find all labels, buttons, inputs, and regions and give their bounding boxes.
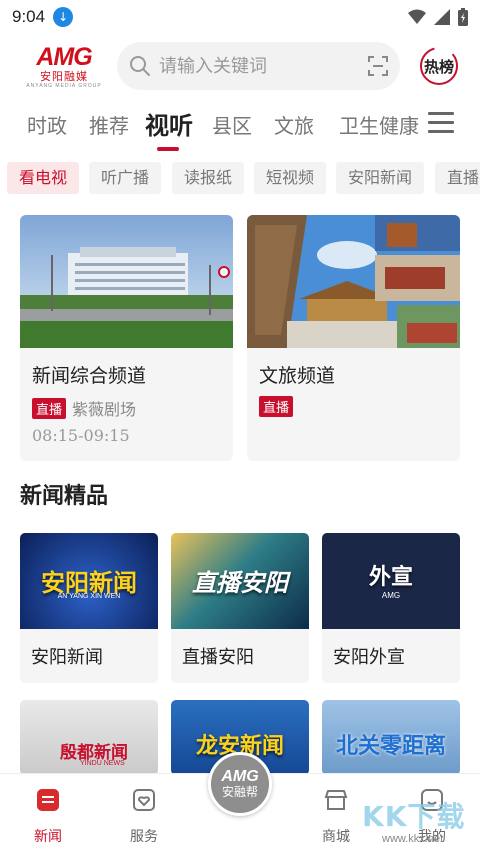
live-info: 直播 紫薇剧场: [32, 396, 136, 420]
signal-icon: [434, 9, 450, 25]
shop-icon: [324, 790, 348, 810]
nav-news[interactable]: 新闻: [18, 788, 78, 846]
center-button-brand: AMG: [221, 767, 259, 785]
live-info: 直播: [259, 396, 294, 417]
channel-title: 文旅频道: [259, 365, 336, 387]
news-icon: [37, 789, 59, 811]
program-name: 直播安阳: [182, 647, 254, 668]
tab-politics[interactable]: 时政: [27, 104, 67, 148]
download-icon: ↓: [53, 7, 74, 27]
program-thumbnail: 北关零距离: [322, 700, 460, 775]
channel-thumbnail: [247, 215, 460, 348]
chip-newspaper[interactable]: 读报纸: [172, 162, 245, 194]
chip-radio[interactable]: 听广播: [89, 162, 162, 194]
thumb-title: 外宣: [368, 565, 413, 590]
program-thumbnail: 直播安阳: [171, 533, 309, 629]
hot-list-label: 热榜: [424, 58, 454, 76]
menu-icon[interactable]: [428, 112, 454, 134]
program-card[interactable]: 北关零距离: [322, 700, 460, 775]
search-icon: [130, 56, 150, 76]
program-name: 安阳新闻: [31, 647, 103, 668]
app-logo: AMG 安阳融媒 ANYANG MEDIA GROUP: [24, 44, 104, 90]
hot-list-icon: 热榜: [420, 47, 458, 85]
status-time: 9:04: [12, 7, 46, 26]
logo-brand: AMG: [36, 43, 92, 71]
nav-label: 服务: [130, 829, 158, 845]
watermark: KK下载 www.kkx.net: [362, 795, 480, 853]
chip-anyang-news[interactable]: 安阳新闻: [336, 162, 425, 194]
tab-recommend[interactable]: 推荐: [89, 104, 129, 148]
sub-tabs: 看电视 听广播 读报纸 短视频 安阳新闻 直播: [0, 162, 480, 194]
center-action-button[interactable]: AMG 安融帮: [208, 752, 272, 816]
tab-health[interactable]: 卫生健康: [339, 104, 419, 148]
watermark-text: KK下载: [362, 800, 466, 833]
thumb-subtitle: AN YANG XIN WEN: [57, 593, 121, 600]
program-card[interactable]: 外宣 AMG 安阳外宣: [322, 533, 460, 683]
program-thumbnail: 安阳新闻 AN YANG XIN WEN: [20, 533, 158, 629]
nav-service[interactable]: 服务: [114, 788, 174, 846]
center-button-label: 安融帮: [221, 784, 258, 799]
thumb-title: 直播安阳: [192, 569, 288, 597]
live-badge: 直播: [259, 396, 294, 417]
chip-short-video[interactable]: 短视频: [254, 162, 327, 194]
search-bar[interactable]: [117, 42, 400, 90]
wifi-icon: [408, 9, 426, 24]
nav-label: 新闻: [34, 829, 62, 845]
nav-shop[interactable]: 商城: [306, 788, 366, 846]
chip-live[interactable]: 直播: [435, 162, 480, 194]
program-time: 08:15-09:15: [32, 426, 130, 445]
chip-tv[interactable]: 看电视: [7, 162, 80, 194]
program-card[interactable]: 安阳新闻 AN YANG XIN WEN 安阳新闻: [20, 533, 158, 683]
program-card[interactable]: 殷都新闻 YINDU NEWS: [20, 700, 158, 775]
live-badge: 直播: [32, 397, 67, 419]
thumb-subtitle: AMG: [381, 591, 401, 600]
current-program: 紫薇剧场: [72, 400, 137, 419]
live-channel-card[interactable]: 文旅频道 直播: [247, 215, 460, 461]
program-thumbnail: 殷都新闻 YINDU NEWS: [20, 700, 158, 775]
thumb-subtitle: YINDU NEWS: [80, 760, 125, 767]
status-bar: 9:04 ↓: [0, 0, 480, 34]
logo-tagline: ANYANG MEDIA GROUP: [26, 83, 102, 89]
search-input[interactable]: [159, 55, 349, 77]
channel-thumbnail: [20, 215, 233, 348]
status-icons: [408, 8, 468, 26]
section-title: 新闻精品: [20, 483, 109, 509]
battery-icon: [458, 8, 468, 26]
channel-tabs: 时政 推荐 视听 县区 文旅 卫生健康: [0, 104, 480, 151]
hot-list-button[interactable]: 热榜: [418, 46, 460, 86]
channel-title: 新闻综合频道: [32, 365, 147, 387]
program-thumbnail: 外宣 AMG: [322, 533, 460, 629]
service-icon: [133, 789, 155, 811]
logo-name: 安阳融媒: [40, 70, 88, 83]
tab-audiovisual[interactable]: 视听: [145, 104, 193, 148]
nav-label: 商城: [322, 829, 350, 845]
thumb-title: 北关零距离: [335, 734, 446, 759]
tab-county[interactable]: 县区: [212, 104, 252, 148]
header: AMG 安阳融媒 ANYANG MEDIA GROUP 热榜: [0, 38, 480, 94]
program-name: 安阳外宣: [333, 647, 405, 668]
program-card[interactable]: 直播安阳 直播安阳: [171, 533, 309, 683]
live-channel-card[interactable]: 新闻综合频道 直播 紫薇剧场 08:15-09:15: [20, 215, 233, 461]
scan-icon[interactable]: [368, 56, 388, 76]
tab-travel[interactable]: 文旅: [274, 104, 314, 148]
active-tab-indicator: [157, 147, 179, 151]
